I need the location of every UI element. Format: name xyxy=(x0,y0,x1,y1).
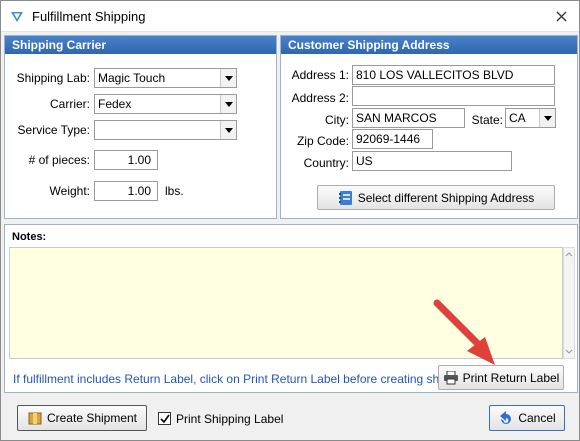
shipping-lab-combo[interactable]: Magic Touch xyxy=(94,68,237,88)
shipping-lab-dropdown-button[interactable] xyxy=(220,69,236,87)
carrier-combo[interactable]: Fedex xyxy=(94,94,237,114)
customer-address-group: Customer Shipping Address Address 1: 810… xyxy=(280,35,578,219)
country-input[interactable]: US xyxy=(352,151,512,171)
country-label: Country: xyxy=(303,156,349,170)
close-button[interactable] xyxy=(543,1,579,32)
city-label: City: xyxy=(325,113,349,127)
carrier-dropdown-button[interactable] xyxy=(220,95,236,113)
window-title: Fulfillment Shipping xyxy=(32,9,146,24)
shipping-carrier-header: Shipping Carrier xyxy=(5,36,276,54)
app-logo-icon xyxy=(11,12,23,22)
scroll-down-icon xyxy=(565,349,573,354)
service-type-combo[interactable] xyxy=(94,120,237,140)
zip-input[interactable]: 92069-1446 xyxy=(352,129,433,149)
scroll-up-icon xyxy=(565,252,573,257)
notes-label: Notes: xyxy=(12,231,47,243)
checkmark-icon xyxy=(159,414,170,423)
state-dropdown-button[interactable] xyxy=(539,109,555,127)
undo-arrow-icon xyxy=(500,411,512,424)
city-input[interactable]: SAN MARCOS xyxy=(352,108,465,128)
shipping-carrier-group: Shipping Carrier Shipping Lab: Magic Tou… xyxy=(4,35,277,219)
close-icon xyxy=(556,11,566,22)
create-shipment-button[interactable]: Create Shipment xyxy=(17,405,147,431)
shipping-lab-value: Magic Touch xyxy=(98,71,166,85)
fulfillment-shipping-dialog: Fulfillment Shipping Shipping Carrier Sh… xyxy=(0,0,580,441)
address1-label: Address 1: xyxy=(291,68,349,82)
state-combo[interactable]: CA xyxy=(505,108,556,128)
chevron-down-icon xyxy=(224,101,233,107)
weight-input[interactable]: 1.00 xyxy=(94,181,158,201)
select-address-button[interactable]: Select different Shipping Address xyxy=(317,185,555,210)
customer-address-header: Customer Shipping Address xyxy=(281,36,577,54)
service-type-dropdown-button[interactable] xyxy=(220,121,236,139)
print-return-label-button-label: Print Return Label xyxy=(462,370,560,385)
address-book-icon xyxy=(338,190,352,205)
cancel-button-label: Cancel xyxy=(518,411,556,425)
chevron-down-icon xyxy=(224,75,233,81)
weight-label: Weight: xyxy=(49,184,90,198)
create-shipment-button-label: Create Shipment xyxy=(46,411,138,425)
service-type-label: Service Type: xyxy=(17,123,90,137)
package-icon xyxy=(28,412,42,425)
shipping-lab-label: Shipping Lab: xyxy=(16,71,90,85)
address2-input[interactable] xyxy=(352,86,555,106)
state-label: State: xyxy=(471,113,503,127)
return-label-hint: If fulfillment includes Return Label, cl… xyxy=(13,372,476,386)
title-bar: Fulfillment Shipping xyxy=(1,1,579,32)
select-address-button-label: Select different Shipping Address xyxy=(357,190,535,205)
chevron-down-icon xyxy=(543,115,552,121)
zip-label: Zip Code: xyxy=(296,134,349,148)
carrier-value: Fedex xyxy=(98,97,132,111)
cancel-button[interactable]: Cancel xyxy=(489,405,565,431)
print-shipping-label-text[interactable]: Print Shipping Label xyxy=(176,412,283,426)
state-value: CA xyxy=(509,111,526,125)
pieces-input[interactable]: 1.00 xyxy=(94,150,158,170)
weight-unit-label: lbs. xyxy=(165,184,184,198)
pieces-label: # of pieces: xyxy=(28,153,90,167)
carrier-label: Carrier: xyxy=(49,97,90,111)
address1-input[interactable]: 810 LOS VALLECITOS BLVD xyxy=(352,65,555,85)
chevron-down-icon xyxy=(224,127,233,133)
printer-icon xyxy=(443,370,458,384)
print-shipping-label-checkbox[interactable] xyxy=(158,412,171,425)
notes-scrollbar[interactable] xyxy=(563,247,575,359)
red-arrow-annotation xyxy=(433,299,495,365)
address2-label: Address 2: xyxy=(291,91,349,105)
